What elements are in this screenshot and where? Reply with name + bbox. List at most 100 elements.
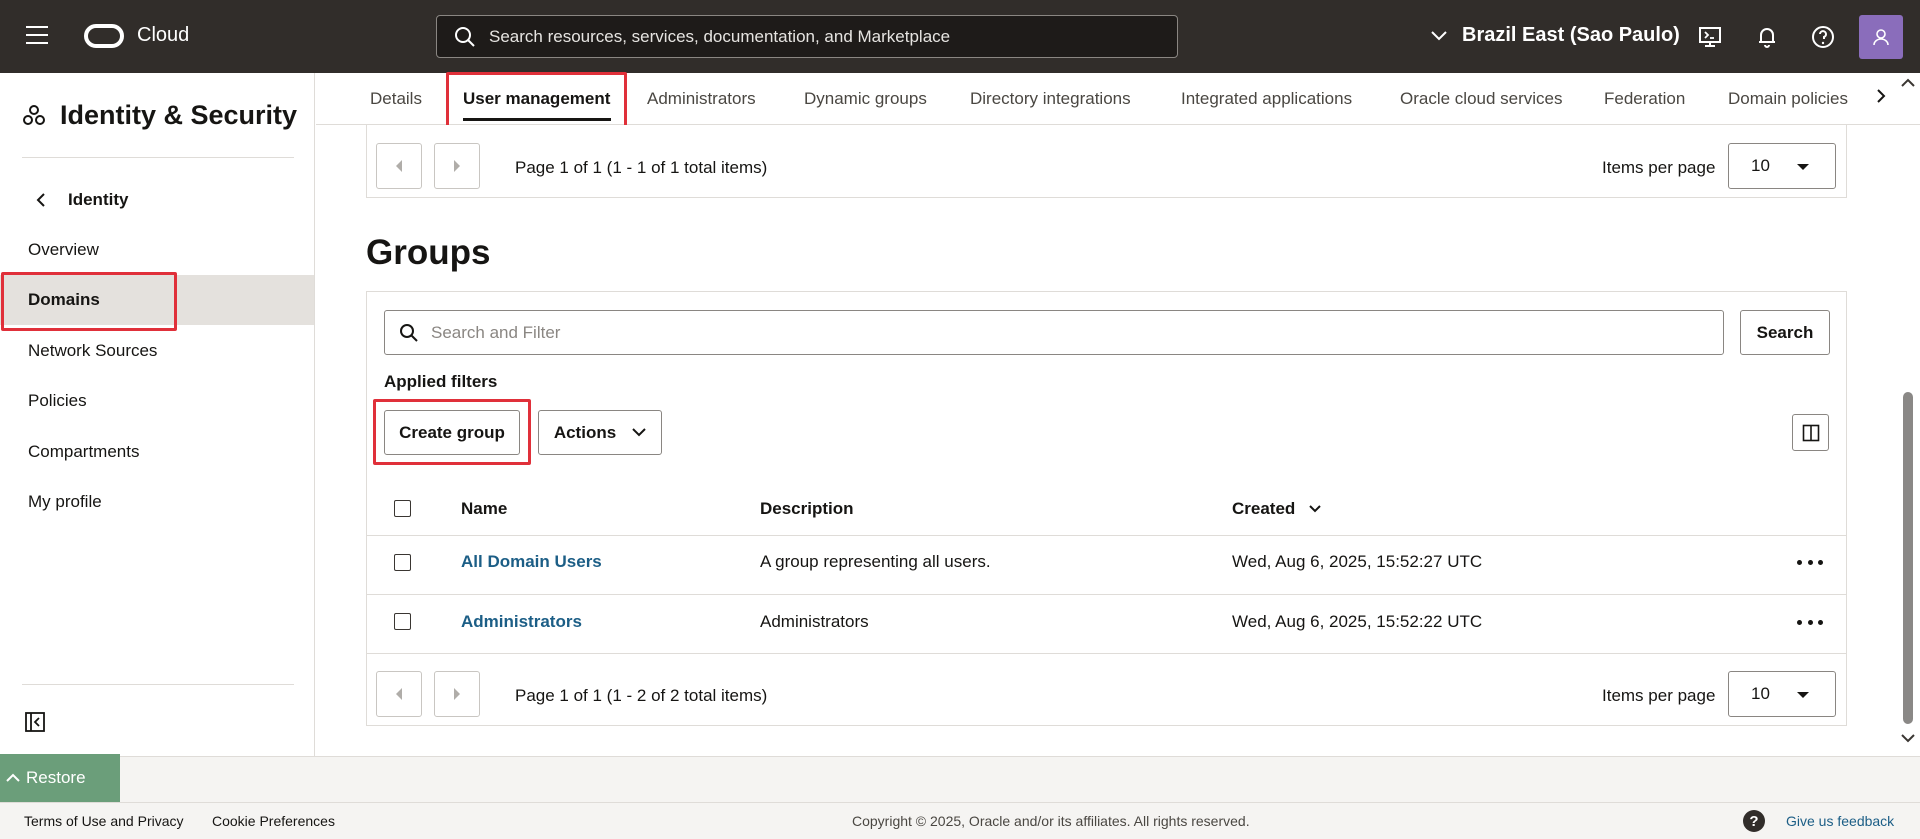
users-prev-page-button[interactable] <box>376 143 422 189</box>
row-checkbox[interactable] <box>394 613 411 630</box>
caret-left-icon <box>396 688 402 700</box>
row-checkbox[interactable] <box>394 554 411 571</box>
caret-left-icon <box>396 160 402 172</box>
give-feedback-link[interactable]: Give us feedback <box>1786 813 1894 829</box>
chevron-down-icon <box>1431 30 1447 40</box>
sidebar-item-domains[interactable]: Domains <box>0 275 314 325</box>
oracle-logo[interactable] <box>84 24 124 48</box>
tab-federation[interactable]: Federation <box>1604 89 1685 109</box>
groups-prev-page-button[interactable] <box>376 671 422 717</box>
tab-directory-integrations[interactable]: Directory integrations <box>970 89 1131 109</box>
tab-dynamic-groups[interactable]: Dynamic groups <box>804 89 927 109</box>
row-separator <box>367 535 1846 536</box>
sidebar-back-identity[interactable]: Identity <box>36 190 128 210</box>
scroll-down-arrow-icon[interactable] <box>1901 733 1915 743</box>
cloud-shell-icon[interactable] <box>1697 24 1723 50</box>
tab-integrated-applications[interactable]: Integrated applications <box>1181 89 1352 109</box>
chevron-down-icon <box>632 428 646 437</box>
row-separator <box>367 594 1846 595</box>
column-header-name[interactable]: Name <box>461 499 507 519</box>
column-header-created-label: Created <box>1232 499 1296 518</box>
sidebar-item-compartments[interactable]: Compartments <box>0 427 314 477</box>
columns-icon <box>1802 424 1819 441</box>
global-search[interactable] <box>436 15 1178 58</box>
sidebar-title: Identity & Security <box>22 100 297 131</box>
groups-items-per-page-value: 10 <box>1751 684 1770 703</box>
terms-link[interactable]: Terms of Use and Privacy <box>24 813 184 829</box>
restore-label: Restore <box>26 768 86 787</box>
tab-administrators[interactable]: Administrators <box>647 89 756 109</box>
users-items-per-page-value: 10 <box>1751 156 1770 175</box>
create-group-button[interactable]: Create group <box>384 410 520 455</box>
tab-details[interactable]: Details <box>370 89 422 109</box>
groups-filter-field[interactable] <box>384 310 1724 355</box>
collapse-sidebar-icon[interactable] <box>24 711 46 733</box>
user-avatar-icon[interactable] <box>1859 15 1903 59</box>
groups-next-page-button[interactable] <box>434 671 480 717</box>
region-selector[interactable]: Brazil East (Sao Paulo) <box>1430 24 1680 47</box>
top-bar: Cloud Brazil East (Sao Paulo) <box>0 0 1920 73</box>
users-next-page-button[interactable] <box>434 143 480 189</box>
search-icon <box>455 26 475 47</box>
chevron-left-icon <box>36 193 45 207</box>
tab-oracle-cloud-services[interactable]: Oracle cloud services <box>1400 89 1563 109</box>
cookie-preferences-link[interactable]: Cookie Preferences <box>212 813 335 829</box>
select-all-checkbox[interactable] <box>394 500 411 517</box>
groups-filter-input[interactable] <box>431 322 1701 343</box>
help-icon[interactable] <box>1810 24 1836 50</box>
group-name-link[interactable]: Administrators <box>461 612 582 632</box>
restore-button[interactable]: Restore <box>0 754 120 802</box>
restore-bar <box>0 756 1920 802</box>
tab-domain-policies[interactable]: Domain policies <box>1728 89 1848 109</box>
group-created: Wed, Aug 6, 2025, 15:52:22 UTC <box>1232 612 1483 631</box>
sidebar: Identity & Security Identity Overview Do… <box>0 73 315 756</box>
column-settings-button[interactable] <box>1792 414 1829 451</box>
groups-panel <box>366 291 1847 726</box>
sidebar-title-label: Identity & Security <box>60 100 298 130</box>
active-tab-indicator <box>463 118 611 121</box>
group-created: Wed, Aug 6, 2025, 15:52:27 UTC <box>1232 552 1483 571</box>
sidebar-divider-bottom <box>22 684 294 685</box>
chevron-right-icon[interactable] <box>1875 88 1887 104</box>
actions-label: Actions <box>553 422 617 442</box>
column-header-created[interactable]: Created <box>1232 499 1322 519</box>
footer: Terms of Use and Privacy Cookie Preferen… <box>0 802 1920 839</box>
sidebar-divider <box>22 157 294 158</box>
users-items-per-page-label: Items per page <box>1602 158 1716 177</box>
groups-items-per-page-select[interactable]: 10 <box>1728 671 1836 717</box>
sidebar-item-policies[interactable]: Policies <box>0 376 314 426</box>
caret-down-icon <box>1797 692 1809 698</box>
copyright-text: Copyright © 2025, Oracle and/or its affi… <box>852 813 1250 829</box>
groups-search-button[interactable]: Search <box>1740 310 1830 355</box>
caret-down-icon <box>1797 164 1809 170</box>
groups-pager-text: Page 1 of 1 (1 - 2 of 2 total items) <box>515 686 768 705</box>
group-description: Administrators <box>760 612 869 631</box>
search-icon <box>400 323 418 342</box>
sidebar-item-my-profile[interactable]: My profile <box>0 477 314 527</box>
column-header-description[interactable]: Description <box>760 499 854 519</box>
sort-descending-icon <box>1309 505 1322 513</box>
groups-items-per-page-label: Items per page <box>1602 686 1716 705</box>
applied-filters-label: Applied filters <box>384 372 498 391</box>
sidebar-back-label: Identity <box>68 190 129 209</box>
global-search-input[interactable] <box>489 26 1169 47</box>
row-separator <box>367 653 1846 654</box>
row-actions-menu[interactable] <box>1797 612 1823 632</box>
scroll-up-arrow-icon[interactable] <box>1901 78 1915 88</box>
users-items-per-page-select[interactable]: 10 <box>1728 143 1836 189</box>
sidebar-item-network-sources[interactable]: Network Sources <box>0 326 314 376</box>
actions-menu-button[interactable]: Actions <box>538 410 662 455</box>
identity-security-icon <box>23 104 45 125</box>
footer-help-icon[interactable]: ? <box>1743 810 1765 832</box>
groups-heading: Groups <box>366 233 491 272</box>
scrollbar-thumb[interactable] <box>1903 392 1913 724</box>
users-pager-text: Page 1 of 1 (1 - 1 of 1 total items) <box>515 158 768 177</box>
bell-icon[interactable] <box>1754 24 1780 50</box>
tab-user-management[interactable]: User management <box>463 89 610 109</box>
group-name-link[interactable]: All Domain Users <box>461 552 602 572</box>
row-actions-menu[interactable] <box>1797 552 1823 572</box>
menu-icon[interactable] <box>26 26 54 48</box>
caret-right-icon <box>454 160 460 172</box>
app-name[interactable]: Cloud <box>137 24 189 47</box>
sidebar-item-overview[interactable]: Overview <box>0 225 314 275</box>
